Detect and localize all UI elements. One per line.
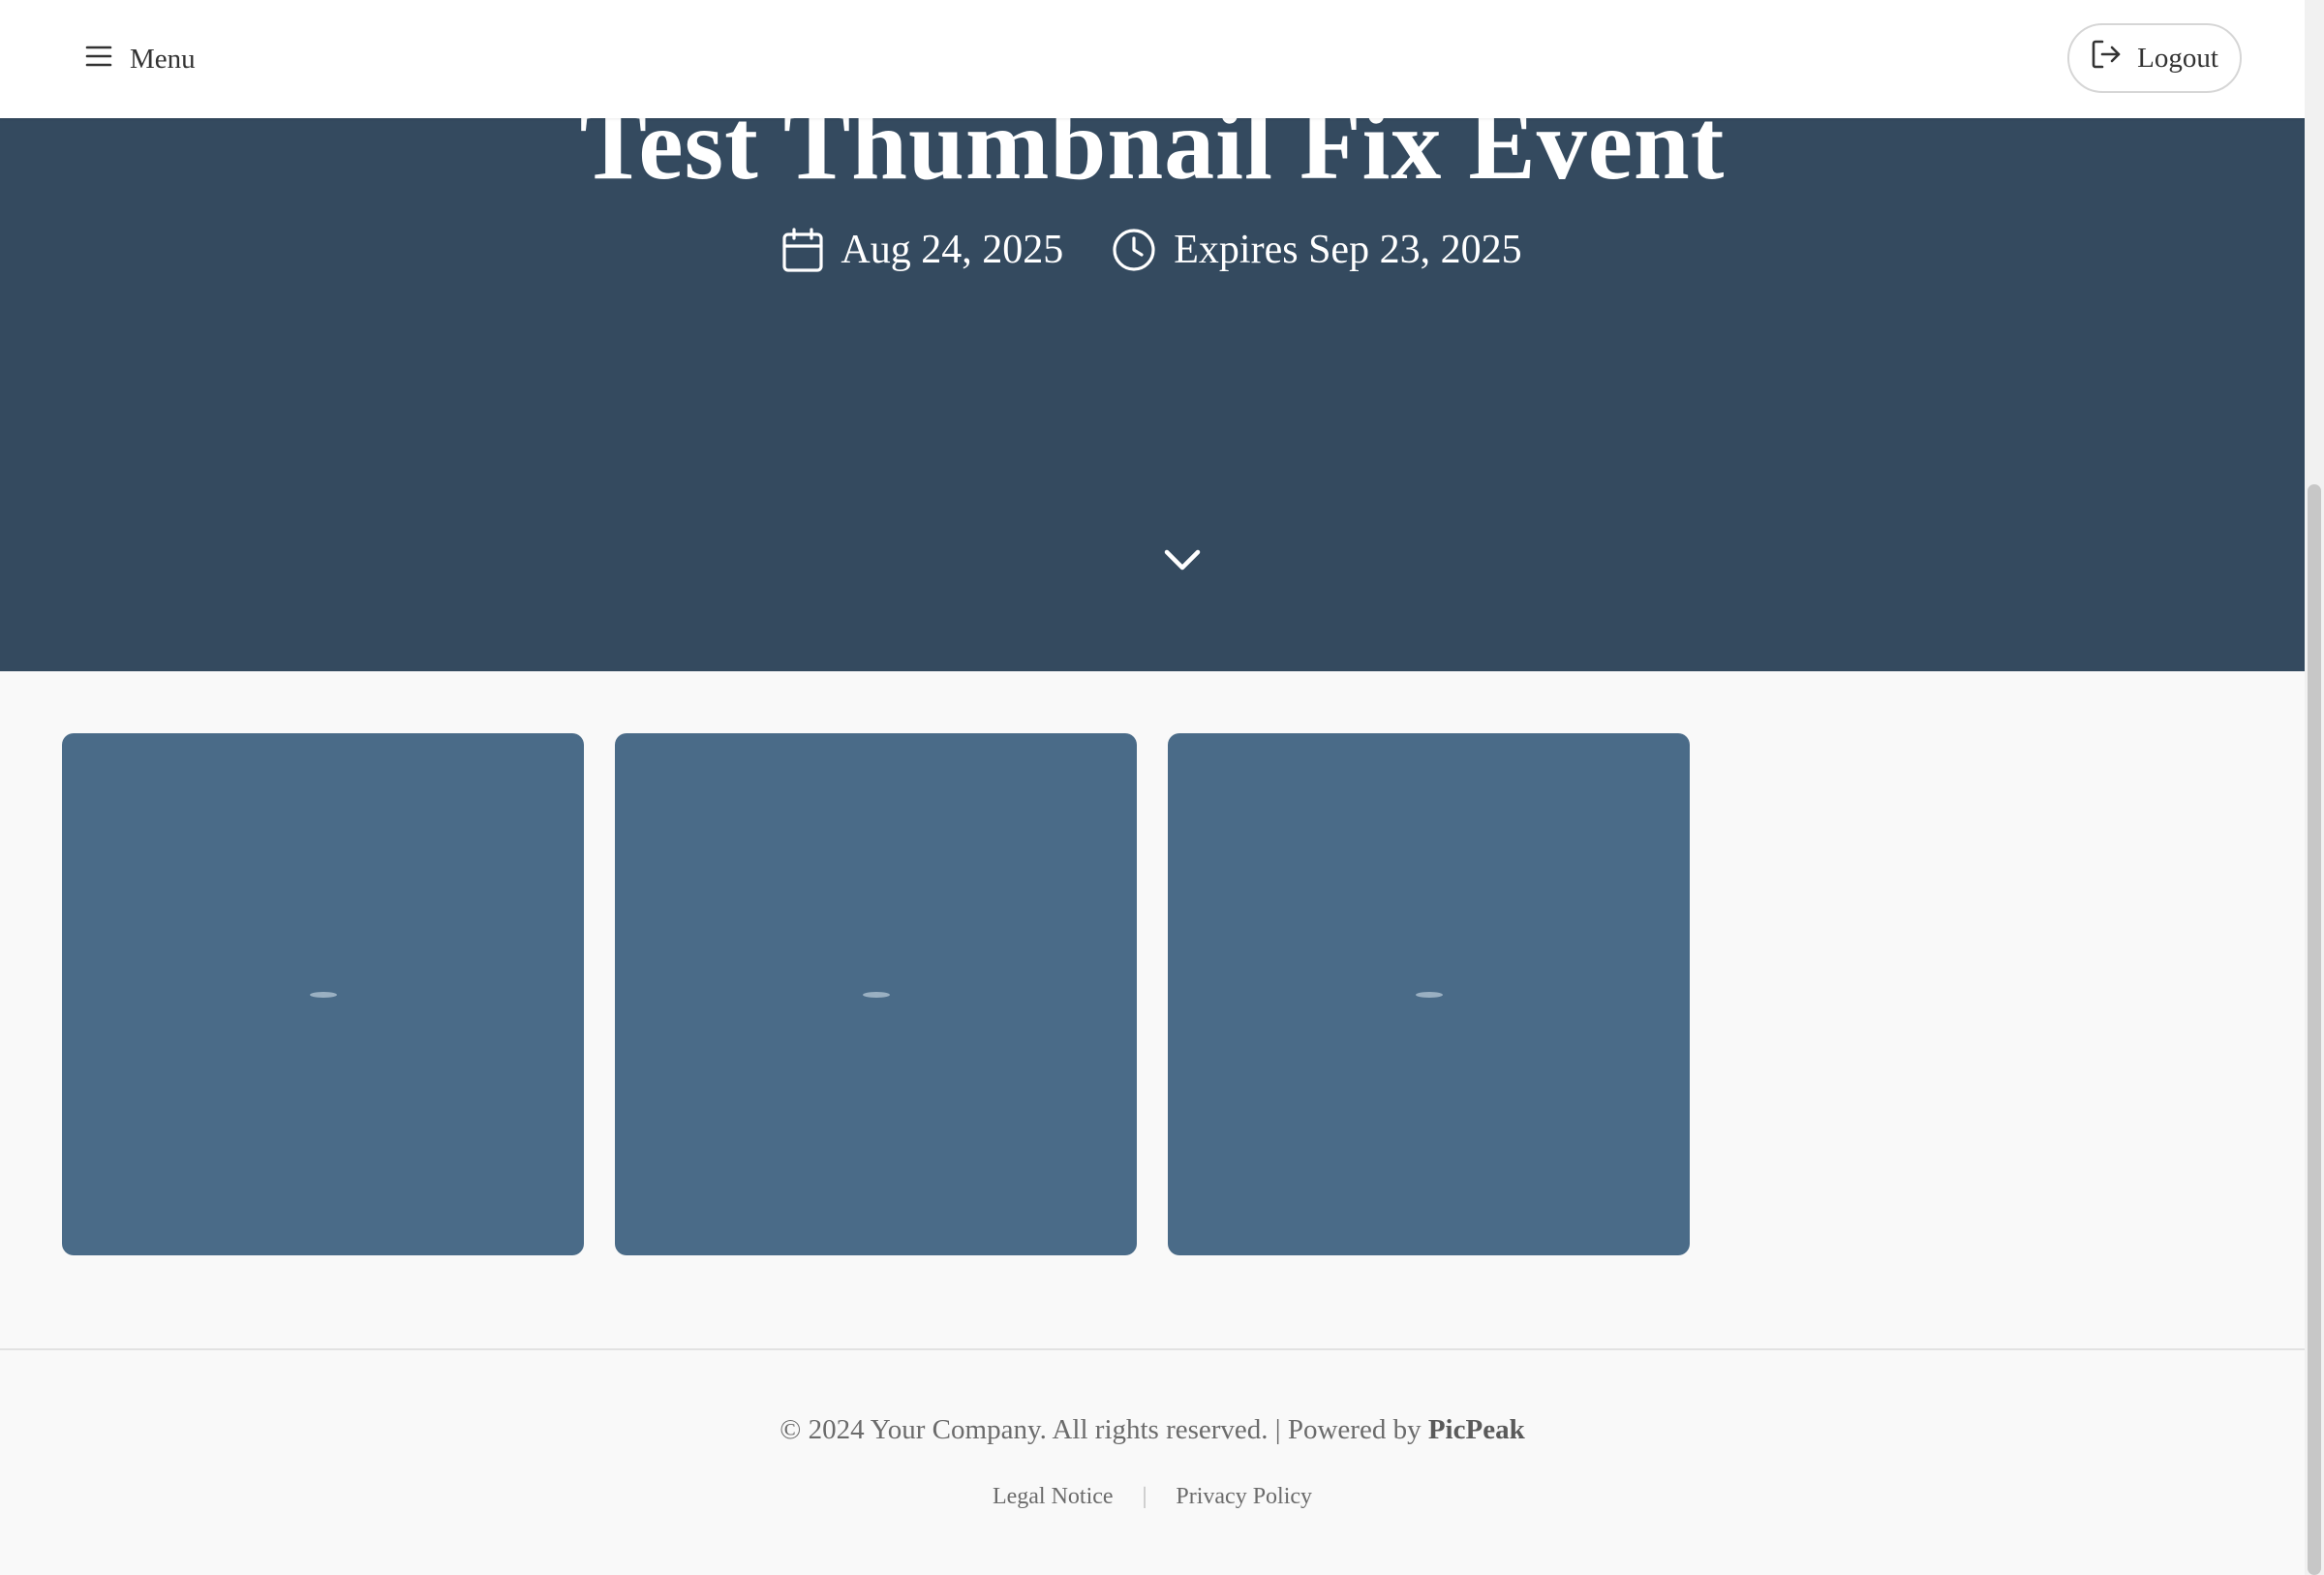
brand-name: PicPeak (1427, 1414, 1525, 1445)
menu-label: Menu (130, 43, 196, 75)
photo-thumbnail[interactable] (1168, 733, 1690, 1255)
calendar-icon (782, 228, 824, 272)
privacy-policy-link[interactable]: Privacy Policy (1176, 1484, 1312, 1510)
logout-icon (2091, 39, 2122, 77)
scrollbar-thumb[interactable] (2308, 484, 2321, 1575)
logout-label: Logout (2137, 42, 2218, 74)
footer-copyright: © 2024 Your Company. All rights reserved… (0, 1414, 2305, 1446)
loading-placeholder-icon (1415, 991, 1443, 998)
footer: © 2024 Your Company. All rights reserved… (0, 1348, 2305, 1575)
event-expiry-label: Expires Sep 23, 2025 (1174, 228, 1522, 272)
photo-thumbnail[interactable] (615, 733, 1137, 1255)
clock-icon (1112, 228, 1156, 272)
footer-links: Legal Notice | Privacy Policy (0, 1484, 2305, 1510)
event-date: Aug 24, 2025 (782, 227, 1063, 273)
copyright-text: © 2024 Your Company. All rights reserved… (780, 1414, 1422, 1445)
photo-gallery (62, 733, 1690, 1255)
event-meta: Aug 24, 2025 Expires Sep 23, 2025 (0, 218, 2305, 282)
page: Test Thumbnail Fix Event Aug 24, 2025 Ex… (0, 0, 2324, 1575)
event-expiry: Expires Sep 23, 2025 (1112, 227, 1522, 273)
menu-icon (85, 44, 112, 76)
photo-thumbnail[interactable] (62, 733, 584, 1255)
footer-separator: | (1142, 1484, 1147, 1509)
loading-placeholder-icon (309, 991, 337, 998)
menu-button[interactable]: Menu (85, 35, 196, 83)
scroll-down-button[interactable] (1160, 542, 1205, 581)
chevron-down-icon (1163, 547, 1202, 577)
legal-notice-link[interactable]: Legal Notice (993, 1484, 1114, 1510)
loading-placeholder-icon (862, 991, 890, 998)
event-date-label: Aug 24, 2025 (841, 228, 1064, 272)
top-bar: Menu Logout (0, 0, 2305, 118)
logout-button[interactable]: Logout (2067, 23, 2242, 93)
